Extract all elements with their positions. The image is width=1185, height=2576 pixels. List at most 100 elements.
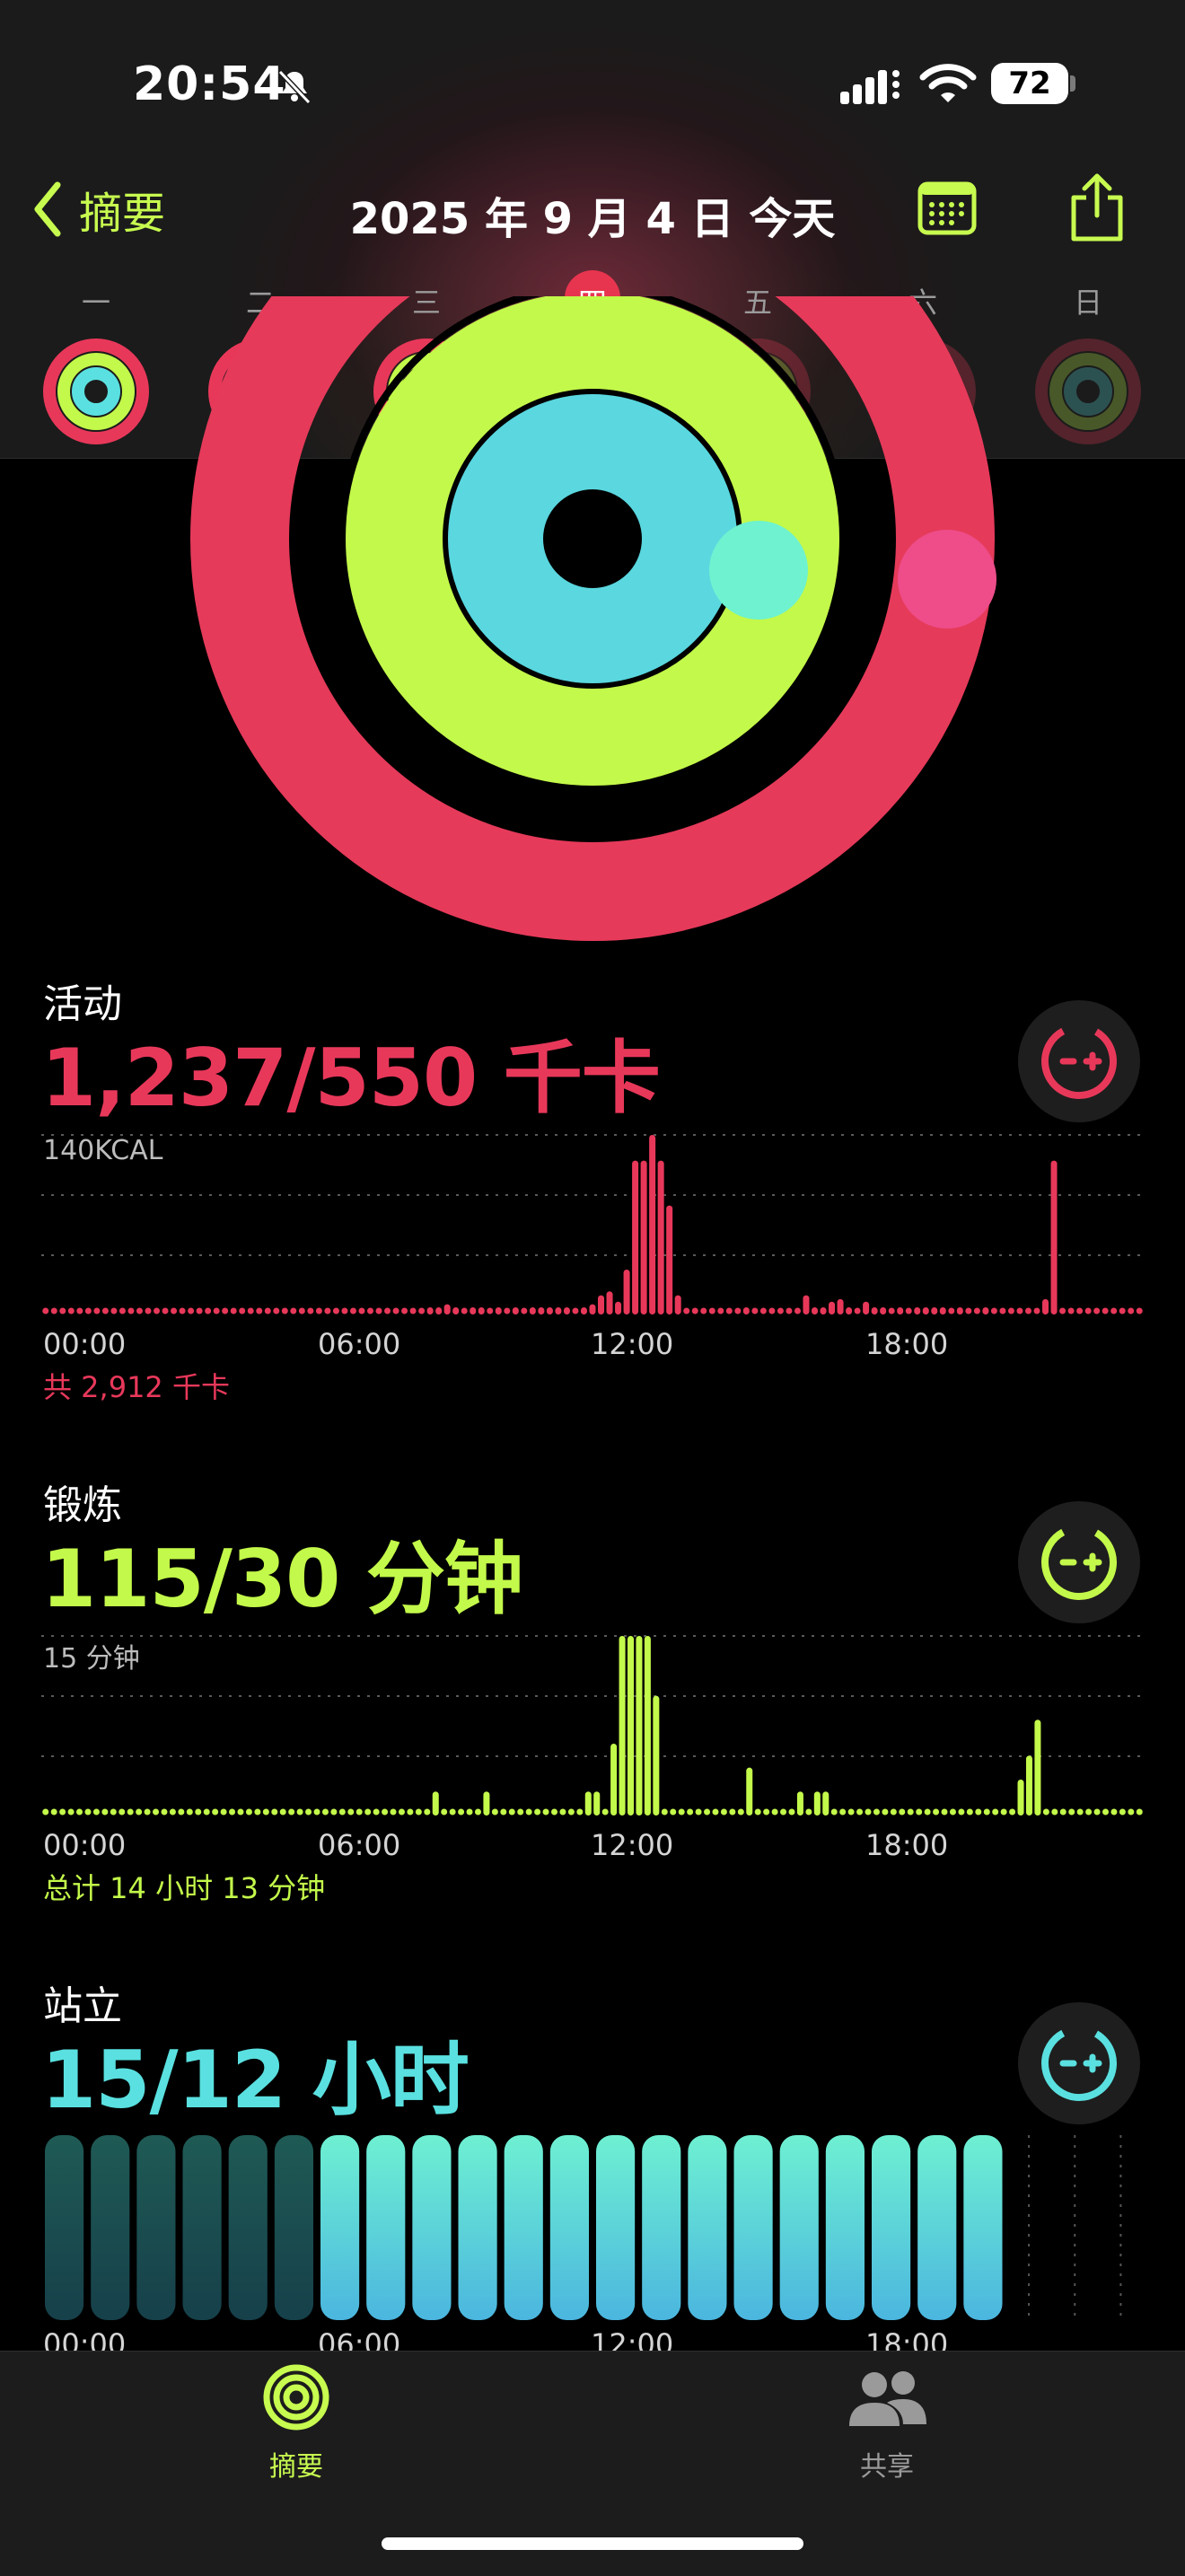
exercise-point [356, 1808, 363, 1816]
activity-point [1007, 1307, 1014, 1314]
activity-point [854, 1307, 861, 1314]
exercise-bar [593, 1791, 601, 1816]
activity-point [1102, 1307, 1109, 1314]
exercise-point [390, 1808, 397, 1816]
stand-edit-button[interactable] [1018, 2002, 1140, 2124]
activity-bar [435, 1307, 443, 1314]
activity-bar [529, 1307, 536, 1314]
exercise-point [415, 1808, 422, 1816]
stand-bar [366, 2135, 406, 2320]
exercise-point [958, 1808, 965, 1816]
tab-sharing[interactable]: 共享 [779, 2363, 995, 2484]
activity-point [1059, 1307, 1066, 1314]
tab-summary[interactable]: 摘要 [189, 2363, 404, 2484]
activity-bar [470, 1307, 477, 1314]
activity-point [230, 1307, 237, 1314]
exercise-point [576, 1808, 584, 1816]
exercise-bar [813, 1791, 821, 1816]
calendar-icon[interactable] [917, 181, 977, 235]
exercise-point [737, 1808, 744, 1816]
activity-point [375, 1307, 382, 1314]
exercise-bar [653, 1695, 660, 1816]
exercise-bar [1017, 1780, 1024, 1816]
exercise-point [186, 1808, 193, 1816]
activity-point [290, 1307, 297, 1314]
activity-point [358, 1307, 365, 1314]
stand-bar [228, 2135, 268, 2320]
activity-point [273, 1307, 280, 1314]
activity-chart [41, 1134, 1144, 1314]
x-tick: 06:00 [318, 1327, 401, 1361]
activity-bar [478, 1307, 485, 1314]
activity-bar [871, 1307, 878, 1314]
exercise-point [899, 1808, 906, 1816]
activity-point [324, 1307, 331, 1314]
exercise-point [704, 1808, 711, 1816]
exercise-point [754, 1808, 761, 1816]
exercise-point [712, 1808, 719, 1816]
exercise-point [550, 1808, 557, 1816]
activity-edit-button[interactable] [1018, 1000, 1140, 1122]
exercise-bar [796, 1791, 803, 1816]
activity-point [487, 1307, 494, 1314]
exercise-point [882, 1808, 889, 1816]
exercise-point [59, 1808, 66, 1816]
activity-bar [914, 1307, 921, 1314]
exercise-point [1093, 1808, 1101, 1816]
activity-bar [939, 1307, 946, 1314]
exercise-point [1110, 1808, 1118, 1816]
share-icon[interactable] [1068, 172, 1126, 242]
exercise-point [916, 1808, 923, 1816]
stand-goal-icon [1041, 2026, 1117, 2101]
activity-point [1076, 1307, 1084, 1314]
activity-point [461, 1307, 468, 1314]
exercise-bar [628, 1636, 635, 1816]
exercise-point [67, 1808, 75, 1816]
exercise-point [517, 1808, 524, 1816]
exercise-point [101, 1808, 109, 1816]
activity-point [777, 1307, 784, 1314]
exercise-point [76, 1808, 83, 1816]
activity-point [1110, 1307, 1118, 1314]
activity-point [521, 1307, 528, 1314]
exercise-point [161, 1808, 168, 1816]
activity-total: 共 2,912 千卡 [43, 1370, 230, 1404]
exercise-point [449, 1808, 456, 1816]
activity-point [42, 1307, 49, 1314]
exercise-point [542, 1808, 549, 1816]
exercise-edit-button[interactable] [1018, 1501, 1140, 1623]
activity-point [794, 1307, 801, 1314]
stand-bar [779, 2135, 819, 2320]
activity-point [768, 1307, 776, 1314]
exercise-point [949, 1808, 956, 1816]
day-rings-icon[interactable] [41, 337, 151, 446]
stand-bar [504, 2135, 543, 2320]
exercise-point [1042, 1808, 1049, 1816]
exercise-point [153, 1808, 160, 1816]
exercise-point [687, 1808, 694, 1816]
stand-bar [917, 2135, 957, 2320]
exercise-point [262, 1808, 269, 1816]
stand-bar [963, 2135, 1003, 2320]
exercise-bar [636, 1636, 643, 1816]
exercise-point [924, 1808, 931, 1816]
activity-point [162, 1307, 169, 1314]
activity-point [67, 1307, 75, 1314]
exercise-point [220, 1808, 227, 1816]
weekday-label: 一 [81, 286, 110, 320]
stand-bar [688, 2135, 727, 2320]
status-time: 20:54 [133, 57, 286, 111]
exercise-point [1009, 1808, 1016, 1816]
stand-bar [458, 2135, 497, 2320]
exercise-point [839, 1808, 847, 1816]
exercise-point [534, 1808, 541, 1816]
exercise-point [296, 1808, 303, 1816]
activity-bar [512, 1307, 519, 1314]
activity-point [751, 1307, 759, 1314]
exercise-point [559, 1808, 566, 1816]
exercise-bar [610, 1744, 618, 1816]
exercise-point [788, 1808, 795, 1816]
day-rings-icon[interactable] [1033, 337, 1143, 446]
activity-point [196, 1307, 203, 1314]
cellular-signal-icon [840, 70, 900, 104]
